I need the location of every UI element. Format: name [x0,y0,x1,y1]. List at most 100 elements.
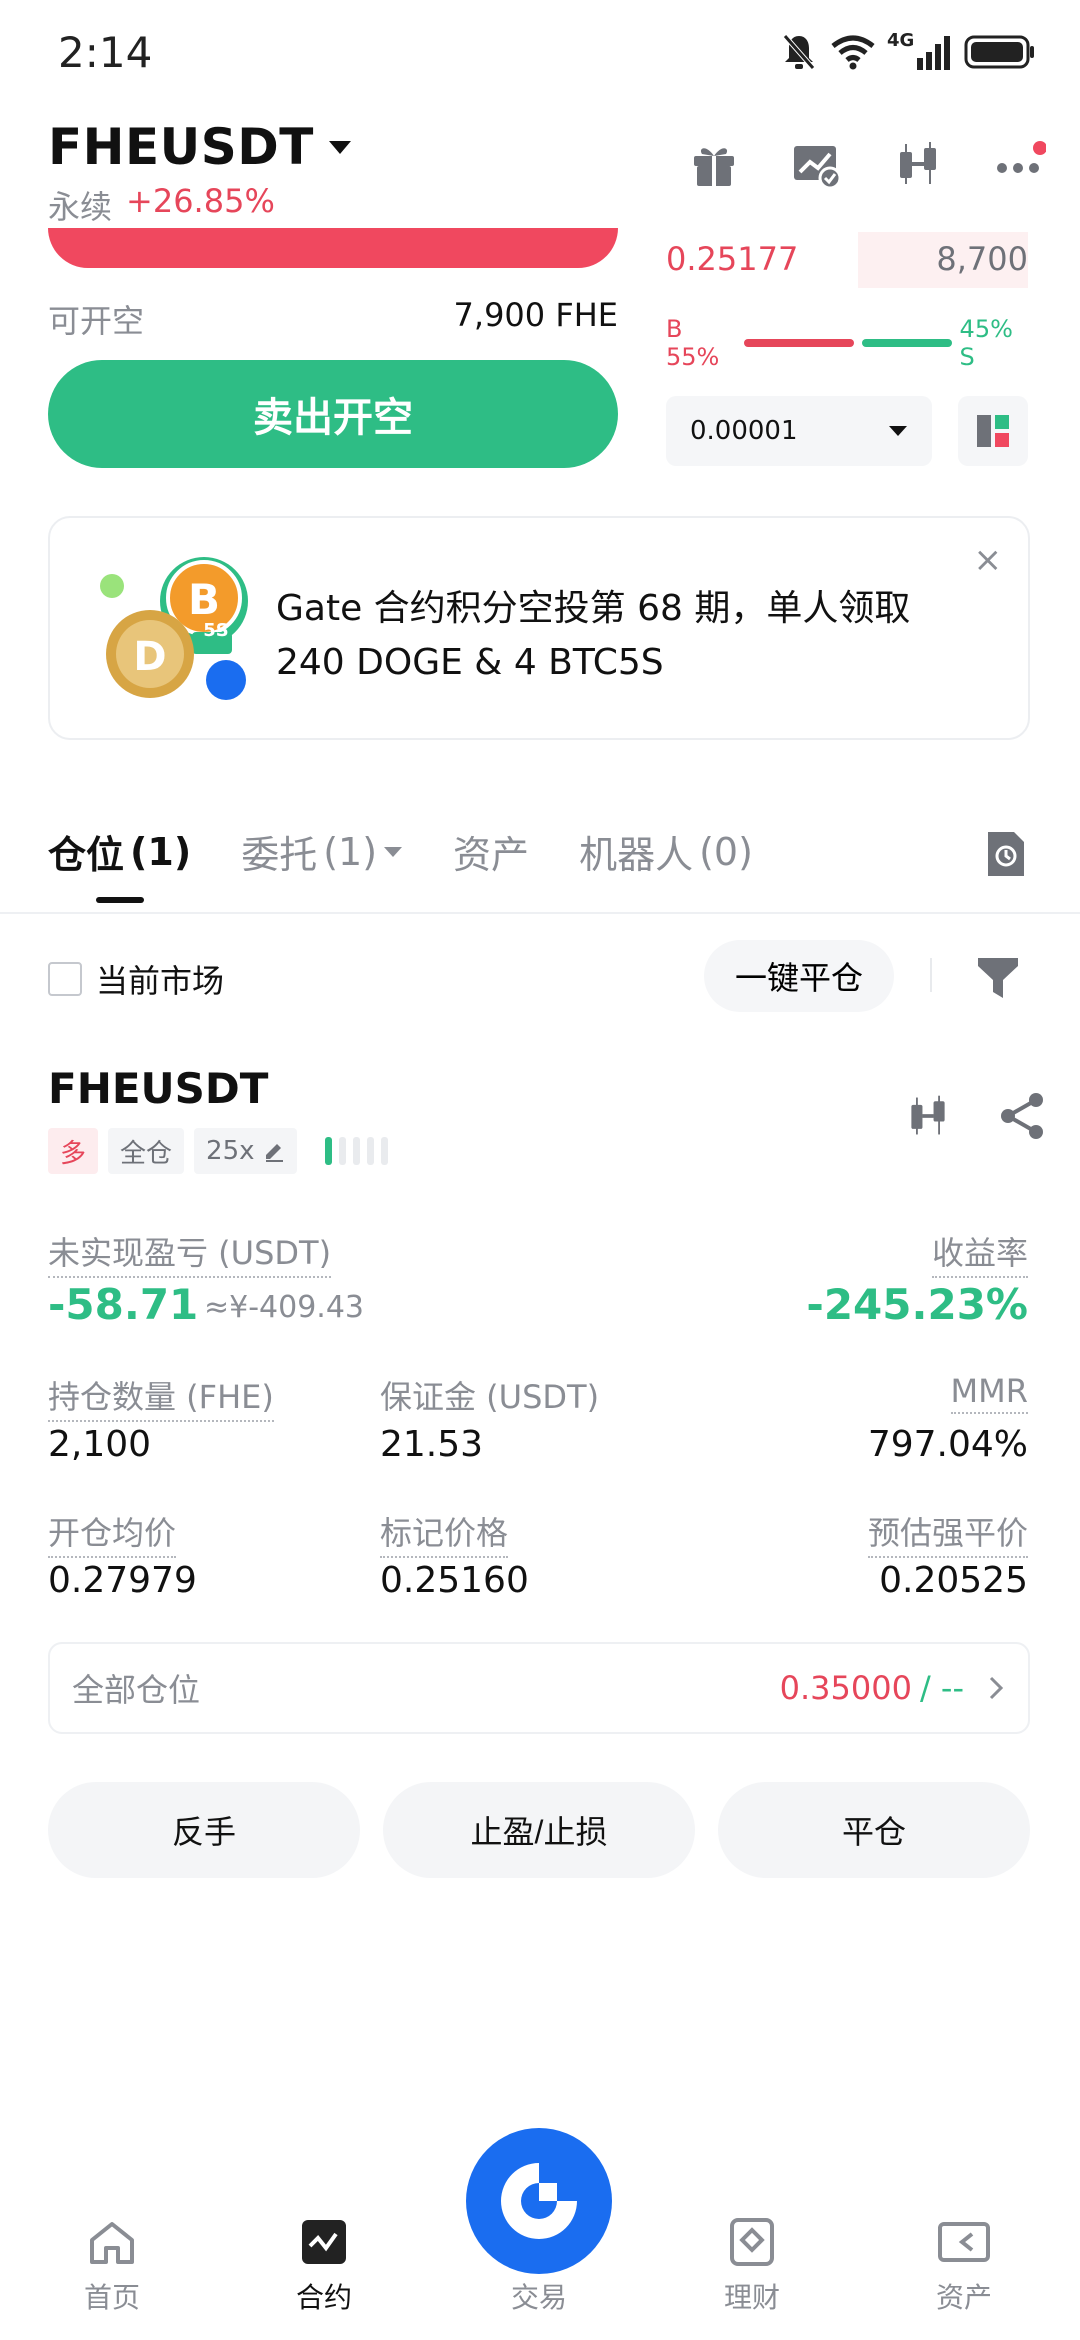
more-icon[interactable] [994,138,1047,190]
tab-underline [96,897,144,903]
filter-icon[interactable] [976,954,1020,1002]
pair-selector[interactable]: FHEUSDT [48,118,352,176]
reverse-button[interactable]: 反手 [48,1782,360,1878]
all-positions-tpsl-row[interactable]: 全部仓位 0.35000 / -- [48,1642,1030,1734]
roe-value: -245.23% [806,1280,1028,1329]
open-short-label: 可开空 [48,302,145,340]
close-position-button[interactable]: 平仓 [718,1782,1030,1878]
unrealized-pnl-cny: ≈¥-409.43 [204,1290,365,1325]
divider [930,958,932,992]
earn-icon [730,2218,774,2266]
tp-sl-button[interactable]: 止盈/止损 [383,1782,695,1878]
home-icon [90,2222,134,2264]
unrealized-pnl-label[interactable]: 未实现盈亏 (USDT) [48,1228,332,1278]
tab-label: 仓位 [48,833,125,877]
caret-down-icon [889,426,907,436]
share-icon[interactable] [998,1092,1046,1140]
nav-assets[interactable]: 资产 [894,2218,1034,2316]
promo-banner[interactable]: B D 5S Gate 合约积分空投第 68 期，单人领取 240 DOGE &… [48,516,1030,740]
nav-home[interactable]: 首页 [42,2218,182,2316]
banner-badge: 5S [203,620,229,641]
take-profit-value: 0.35000 [779,1669,912,1707]
stop-loss-value: / -- [919,1669,964,1707]
gift-icon[interactable] [688,138,740,190]
mmr-label[interactable]: MMR [950,1372,1028,1414]
nav-futures[interactable]: 合约 [254,2218,394,2316]
leverage-value: 25x [206,1136,255,1166]
tab-label: 资产 [453,833,530,877]
risk-level-indicator [324,1137,388,1165]
margin-mode-badge[interactable]: 全仓 [108,1128,185,1174]
wifi-icon [831,35,875,70]
tab-count: (0) [699,829,753,874]
sell-open-short-button[interactable]: 卖出开空 [48,360,618,468]
nav-earn[interactable]: 理财 [682,2218,822,2316]
close-all-button[interactable]: 一键平仓 [704,940,894,1012]
cellular-signal-icon: 4G [887,30,950,70]
liquidation-price-label[interactable]: 预估强平价 [867,1508,1028,1558]
liquidation-price-value: 0.20525 [879,1560,1028,1601]
gate-logo-icon [501,2163,577,2239]
roe-label[interactable]: 收益率 [931,1228,1028,1278]
current-market-checkbox[interactable] [48,962,82,996]
unrealized-pnl-value: -58.71 [48,1280,199,1329]
caret-down-icon [328,141,351,154]
tab-orders[interactable]: 委托 (1) [241,824,403,879]
trade-fab-button[interactable] [466,2128,612,2274]
tab-positions[interactable]: 仓位 (1) [48,824,192,903]
price-change: +26.85% [126,182,275,220]
caret-down-icon [384,846,403,857]
sell-ratio-bar [861,339,952,347]
mute-bell-icon [783,34,815,70]
mark-price-label[interactable]: 标记价格 [380,1508,509,1558]
header-actions [688,138,1047,190]
contract-type: 永续 [48,188,113,226]
nav-label: 理财 [723,2281,780,2314]
tab-bots[interactable]: 机器人 (0) [579,824,753,879]
pair-subtitle: 永续 +26.85% [48,182,275,228]
candlestick-icon[interactable] [904,1092,952,1140]
position-symbol[interactable]: FHEUSDT [48,1064,268,1113]
futures-icon [302,2220,346,2264]
precision-value: 0.00001 [690,416,798,446]
tpsl-values: 0.35000 / -- [780,1669,1006,1707]
tab-count: (1) [323,829,378,874]
wallet-icon [938,2222,990,2262]
buy-ratio-label: B 55% [666,315,720,371]
tab-count: (1) [130,829,192,874]
buy-ratio-bar [743,339,854,347]
tab-label: 机器人 [579,833,694,877]
history-document-icon[interactable] [984,830,1028,878]
margin-value: 21.53 [380,1424,484,1465]
ask-price[interactable]: 0.25177 [666,240,798,278]
tabs-divider [0,912,1080,914]
candlestick-icon[interactable] [892,138,944,190]
status-icons: 4G [781,30,1036,74]
ask-quantity[interactable]: 8,700 [858,240,1028,278]
precision-dropdown[interactable]: 0.00001 [666,396,932,466]
svg-text:B: B [188,575,220,624]
all-positions-label: 全部仓位 [72,1671,201,1709]
position-size-label[interactable]: 持仓数量 (FHE) [48,1372,274,1422]
mark-price-value: 0.25160 [380,1560,529,1601]
battery-icon [964,35,1034,69]
entry-price-value: 0.27979 [48,1560,197,1601]
entry-price-label[interactable]: 开仓均价 [48,1508,177,1558]
leverage-badge[interactable]: 25x [194,1128,297,1174]
buy-button-edge[interactable] [48,228,618,268]
position-tabs: 仓位 (1) 委托 (1) 资产 机器人 (0) [48,824,753,903]
coins-illustration-icon: B D [100,557,248,700]
position-actions [904,1092,1046,1140]
notification-dot [1033,141,1047,155]
chart-check-icon[interactable] [790,138,842,190]
current-market-filter[interactable]: 当前市场 [48,956,224,1002]
tab-assets[interactable]: 资产 [453,824,529,879]
close-icon[interactable]: × [974,540,1003,580]
buy-sell-ratio: B 55% 45% S [666,315,1028,371]
status-time: 2:14 [58,28,153,77]
nav-label: 首页 [83,2281,140,2314]
orderbook-layout-button[interactable] [958,396,1028,466]
svg-text:D: D [133,634,166,680]
layout-icon [977,415,1009,447]
tab-label: 委托 [241,833,318,877]
